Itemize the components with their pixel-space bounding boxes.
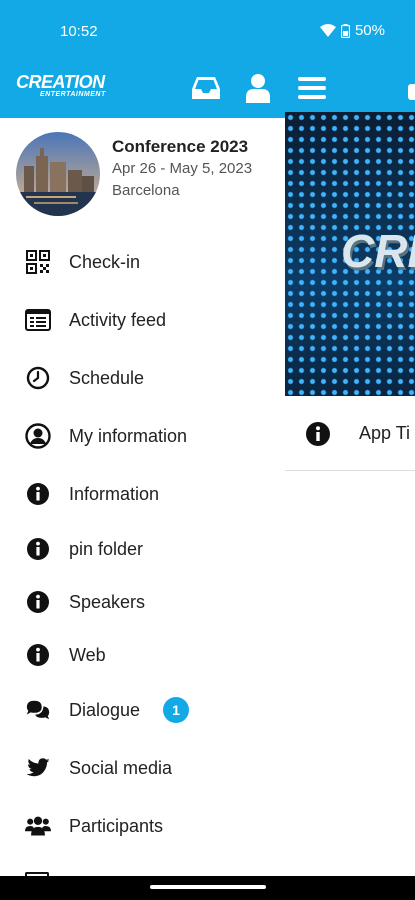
menu-item-social-media[interactable]: Social media xyxy=(0,746,285,790)
clock-icon xyxy=(25,365,51,391)
info-icon xyxy=(25,642,51,668)
info-icon xyxy=(25,481,51,507)
unread-badge: 1 xyxy=(163,697,189,723)
menu-item-dialogue[interactable]: Dialogue 1 xyxy=(0,688,285,732)
app-header: CREATION ENTERTAINMENT xyxy=(0,62,415,118)
navigation-drawer: Conference 2023 Apr 26 - May 5, 2023 Bar… xyxy=(0,118,285,876)
menu-item-check-in[interactable]: Check-in xyxy=(0,240,285,284)
info-icon xyxy=(25,536,51,562)
menu-label: Dialogue xyxy=(69,699,141,720)
menu-item-information[interactable]: Information xyxy=(0,472,285,516)
menu-item-schedule[interactable]: Schedule xyxy=(0,356,285,400)
status-indicators: 50% xyxy=(319,22,385,39)
app-tips-item[interactable]: App Ti xyxy=(285,396,415,471)
app-logo: CREATION ENTERTAINMENT xyxy=(16,72,124,108)
offscreen-icon xyxy=(408,84,415,100)
menu-icon[interactable] xyxy=(294,70,330,106)
inbox-icon[interactable] xyxy=(188,70,224,106)
chat-icon xyxy=(25,697,51,723)
event-dates: Apr 26 - May 5, 2023 xyxy=(112,160,253,177)
battery-level: 50% xyxy=(354,22,385,39)
menu-item-pin-folder[interactable]: pin folder xyxy=(0,527,285,571)
wifi-icon xyxy=(319,24,336,37)
system-nav-bar xyxy=(0,876,415,900)
logo-main-text: CREATION xyxy=(16,72,105,92)
menu-label: Schedule xyxy=(69,367,145,388)
info-icon xyxy=(25,589,51,615)
status-bar: 10:52 50% xyxy=(0,0,415,62)
profile-icon[interactable] xyxy=(240,70,276,106)
menu-label: Social media xyxy=(69,757,173,778)
info-icon xyxy=(305,421,331,452)
menu-item-activity-feed[interactable]: Activity feed xyxy=(0,298,285,342)
battery-icon xyxy=(340,23,350,38)
status-time: 10:52 xyxy=(60,23,98,40)
qr-code-icon xyxy=(25,249,51,275)
feed-icon xyxy=(25,307,51,333)
user-circle-icon xyxy=(25,423,51,449)
menu-item-web[interactable]: Web xyxy=(0,633,285,677)
twitter-icon xyxy=(25,755,51,781)
banner-text: CRE xyxy=(341,225,415,277)
menu-label: Activity feed xyxy=(69,309,167,330)
users-icon xyxy=(25,813,51,839)
menu-label: Check-in xyxy=(69,251,141,272)
home-gesture-handle[interactable] xyxy=(150,885,266,889)
logo-sub-text: ENTERTAINMENT xyxy=(40,91,106,98)
menu-label: Participants xyxy=(69,815,164,836)
menu-label: Information xyxy=(69,483,160,504)
menu-item-participants[interactable]: Participants xyxy=(0,804,285,848)
event-photo xyxy=(16,132,100,216)
menu-item-speakers[interactable]: Speakers xyxy=(0,580,285,624)
event-title: Conference 2023 xyxy=(112,137,249,156)
menu-label: Speakers xyxy=(69,591,146,612)
menu-label: Web xyxy=(69,644,106,665)
event-location: Barcelona xyxy=(112,182,180,199)
menu-label: pin folder xyxy=(69,538,144,559)
menu-item-my-information[interactable]: My information xyxy=(0,414,285,458)
menu-label: My information xyxy=(69,425,188,446)
event-header[interactable]: Conference 2023 Apr 26 - May 5, 2023 Bar… xyxy=(0,118,285,230)
home-banner[interactable]: CRE xyxy=(285,112,415,396)
app-tips-label: App Ti xyxy=(359,423,411,443)
